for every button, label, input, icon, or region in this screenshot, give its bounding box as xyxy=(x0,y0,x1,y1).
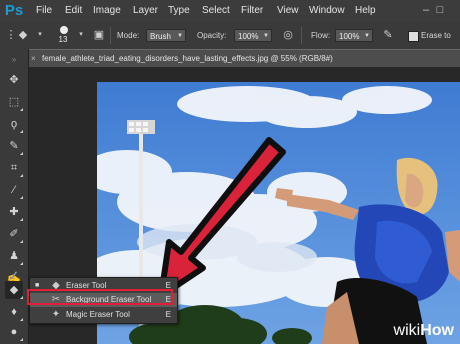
menu-type[interactable]: Type xyxy=(168,0,190,22)
flyout-item-label: Magic Eraser Tool xyxy=(66,310,130,319)
window-controls: – □ xyxy=(420,3,460,19)
flow-value: 100% xyxy=(339,32,360,41)
opacity-value: 100% xyxy=(238,32,259,41)
document-tab-bar: × female_athlete_triad_eating_disorders_… xyxy=(29,49,460,67)
chevron-down-icon: ▼ xyxy=(364,33,370,39)
healing-brush-tool-icon[interactable]: ✚ xyxy=(5,203,23,221)
airbrush-icon[interactable]: ✎ xyxy=(381,28,395,42)
shortcut-key: E xyxy=(165,310,171,319)
menu-help[interactable]: Help xyxy=(355,0,376,22)
clone-stamp-tool-icon[interactable]: ♟ xyxy=(5,247,23,265)
mode-select[interactable]: Brush ▼ xyxy=(146,29,186,42)
magic-eraser-icon: ✦ xyxy=(51,309,61,320)
crop-tool-icon[interactable]: ⌗ xyxy=(5,159,23,177)
brush-dropdown-icon[interactable]: ▾ xyxy=(74,28,88,42)
separator xyxy=(110,27,111,44)
photoshop-logo: Ps xyxy=(4,2,24,19)
menu-edit[interactable]: Edit xyxy=(65,0,82,22)
brush-tool-icon[interactable]: ✐ xyxy=(5,225,23,243)
mode-label: Mode: xyxy=(117,31,140,40)
brush-size-picker[interactable]: 13 xyxy=(54,25,74,47)
separator xyxy=(301,27,302,44)
paint-bucket-tool-icon[interactable]: ♦ xyxy=(5,303,23,321)
maximize-icon[interactable]: □ xyxy=(434,3,446,17)
opacity-field[interactable]: 100% ▼ xyxy=(234,29,272,42)
chevron-down-icon: ▼ xyxy=(177,33,183,39)
wikihow-watermark: wikiHow xyxy=(394,322,454,340)
opacity-label: Opacity: xyxy=(197,31,227,40)
flyout-item-magic-eraser-tool[interactable]: ✦ Magic Eraser Tool E xyxy=(30,308,177,322)
eraser-preset-icon[interactable]: ◆ xyxy=(16,28,30,42)
move-tool-icon[interactable]: ✥ xyxy=(5,71,23,89)
blur-tool-icon[interactable]: ● xyxy=(5,323,23,341)
eraser-tool-icon[interactable]: ◆ xyxy=(5,281,23,299)
menu-bar: Ps File Edit Image Layer Type Select Fil… xyxy=(0,0,460,22)
erase-to-history-label: Erase to His xyxy=(421,31,451,67)
lasso-tool-icon[interactable]: ϙ xyxy=(5,115,23,133)
chevron-down-icon: ▼ xyxy=(263,33,269,39)
toolbox: » ✥ ⬚ ϙ ✎ ⌗ ⁄ ✚ ✐ ♟ ✍ ◆ ♦ ● xyxy=(0,49,29,344)
brush-tip-icon xyxy=(60,26,68,34)
document-title: female_athlete_triad_eating_disorders_ha… xyxy=(42,54,333,63)
pressure-opacity-icon[interactable]: ◎ xyxy=(281,28,295,42)
toolbox-grip-icon: » xyxy=(11,55,17,64)
menu-select[interactable]: Select xyxy=(202,0,230,22)
watermark-wiki: wiki xyxy=(393,322,421,339)
marquee-tool-icon[interactable]: ⬚ xyxy=(5,93,23,111)
mode-value: Brush xyxy=(150,32,171,41)
preset-dropdown-icon[interactable]: ▾ xyxy=(33,28,47,42)
menu-file[interactable]: File xyxy=(36,0,52,22)
menu-image[interactable]: Image xyxy=(93,0,121,22)
eyedropper-tool-icon[interactable]: ⁄ xyxy=(5,181,23,199)
minimize-icon[interactable]: – xyxy=(420,3,432,17)
brush-size-value: 13 xyxy=(58,35,68,44)
menu-layer[interactable]: Layer xyxy=(133,0,158,22)
options-bar: ⋮ ◆ ▾ 13 ▾ ▣ Mode: Brush ▼ Opacity: 100%… xyxy=(0,22,460,67)
document-tab[interactable]: × female_athlete_triad_eating_disorders_… xyxy=(29,49,460,67)
brush-panel-icon[interactable]: ▣ xyxy=(92,28,106,42)
menu-filter[interactable]: Filter xyxy=(241,0,263,22)
flow-field[interactable]: 100% ▼ xyxy=(335,29,373,42)
quick-select-tool-icon[interactable]: ✎ xyxy=(5,137,23,155)
menu-view[interactable]: View xyxy=(277,0,299,22)
highlight-box xyxy=(27,289,173,305)
erase-to-history-checkbox[interactable] xyxy=(408,31,419,42)
flow-label: Flow: xyxy=(311,31,331,40)
close-tab-icon[interactable]: × xyxy=(31,50,36,67)
watermark-how: How xyxy=(420,322,454,339)
menu-window[interactable]: Window xyxy=(309,0,345,22)
